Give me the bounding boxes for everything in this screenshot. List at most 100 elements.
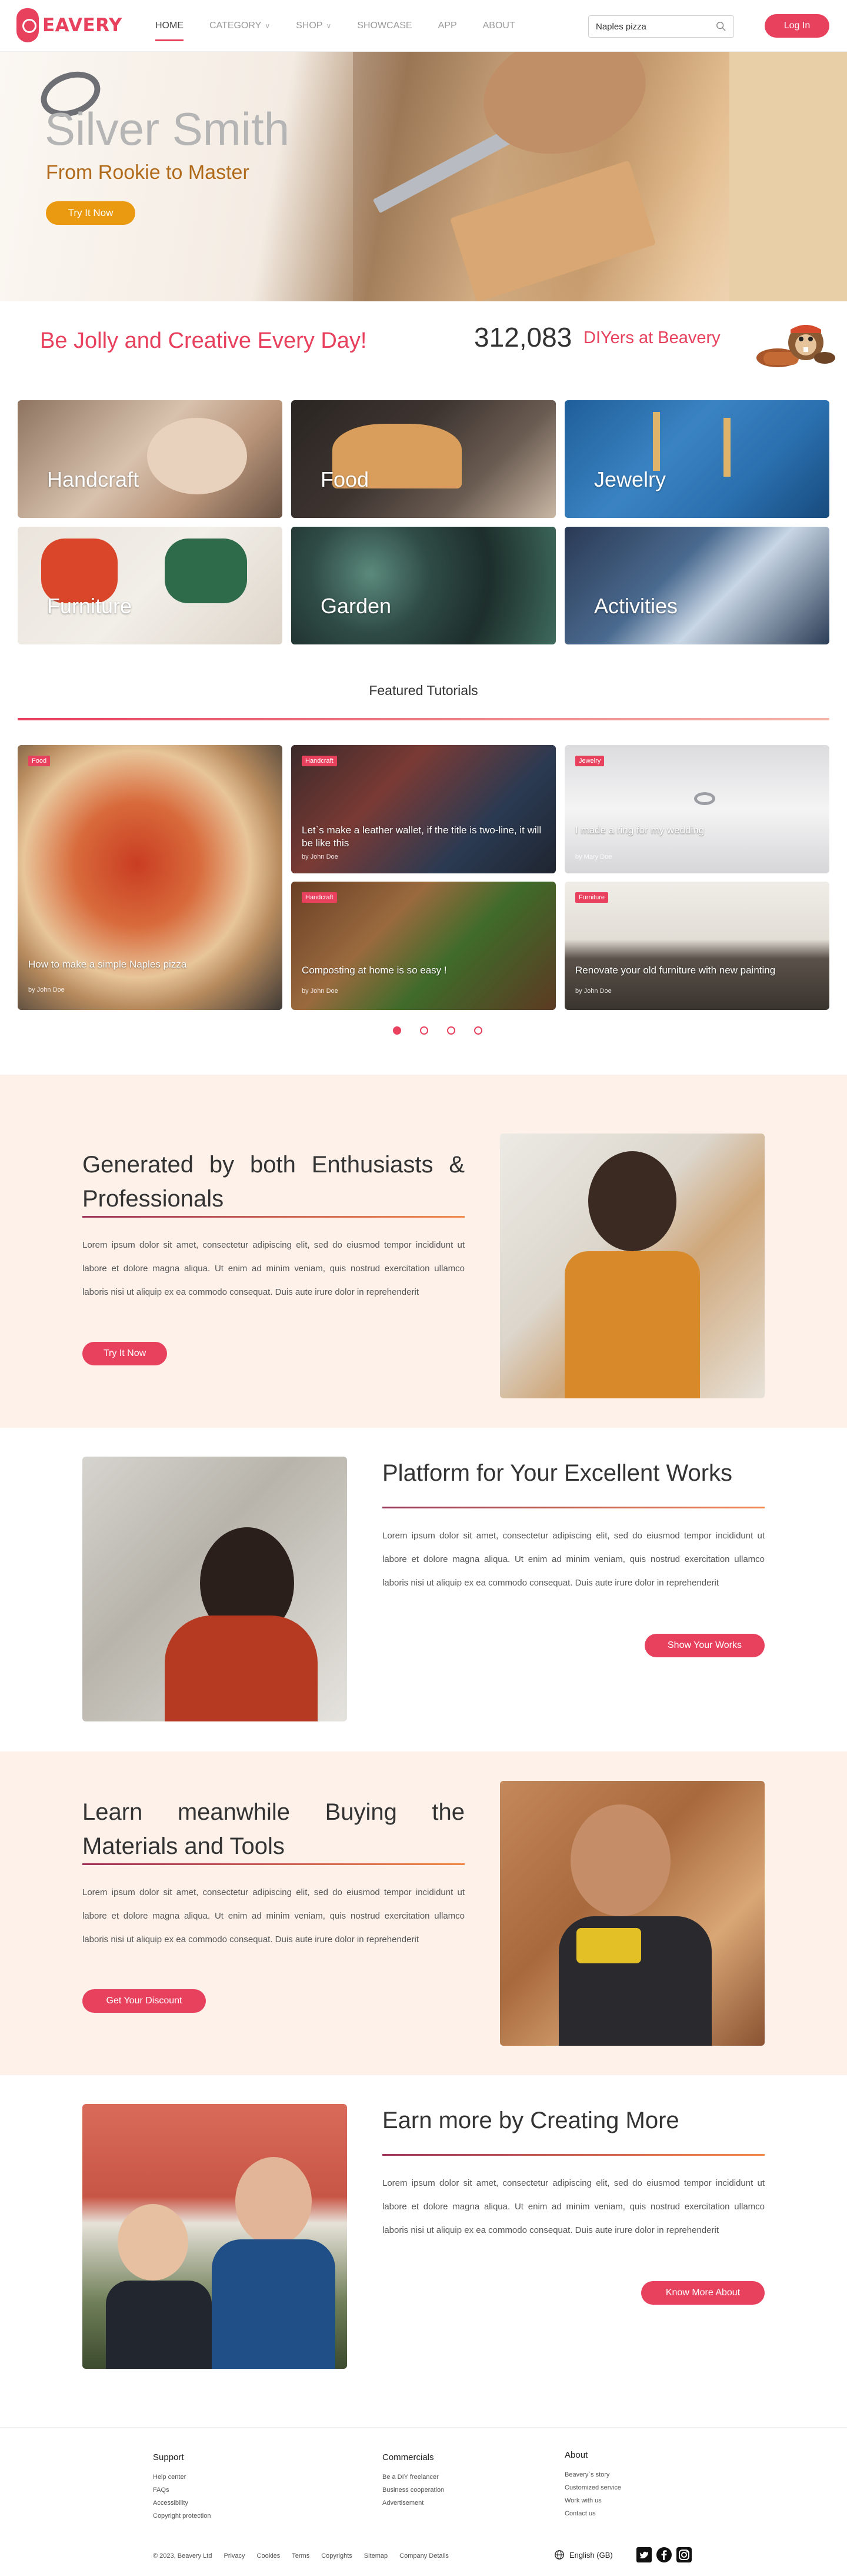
tutorial-author: by John Doe (302, 988, 338, 995)
footer-link[interactable]: Copyright protection (153, 2509, 211, 2522)
footer-link[interactable]: Copyrights (321, 2552, 352, 2560)
tutorial-author: by John Doe (302, 853, 338, 860)
show-your-works-button[interactable]: Show Your Works (645, 1634, 765, 1657)
person-image (118, 2204, 188, 2281)
child-photo (82, 1457, 347, 1721)
nav-showcase[interactable]: SHOWCASE (357, 0, 412, 52)
hero-title: Silver Smith (45, 103, 290, 155)
tutorial-author: by Mary Doe (575, 853, 612, 860)
drill-photo (500, 1781, 765, 2046)
sweater-image (165, 1616, 318, 1721)
footer-link[interactable]: Be a DIY freelancer (382, 2471, 444, 2484)
tutorial-author: by John Doe (28, 986, 65, 993)
footer-link[interactable]: Privacy (224, 2552, 245, 2560)
page-dot[interactable] (393, 1026, 401, 1035)
nav-home[interactable]: HOME (155, 0, 184, 52)
try-it-now-button[interactable]: Try It Now (82, 1342, 167, 1365)
apron-image (565, 1251, 700, 1398)
footer-link[interactable]: Accessibility (153, 2497, 211, 2509)
gardeners-photo (82, 2104, 347, 2369)
footer-link[interactable]: FAQs (153, 2484, 211, 2497)
footer-link[interactable]: Customized service (565, 2481, 621, 2494)
language-label: English (GB) (569, 2550, 613, 2560)
footer-link[interactable]: Help center (153, 2471, 211, 2484)
footer-link[interactable]: Work with us (565, 2494, 621, 2507)
category-label: Food (321, 467, 369, 491)
twitter-icon[interactable] (636, 2547, 652, 2562)
tutorial-card[interactable]: Food How to make a simple Naples pizza b… (18, 745, 282, 1010)
section-divider (382, 1507, 765, 1508)
category-label: Handcraft (47, 467, 139, 491)
footer-link[interactable]: Cookies (257, 2552, 281, 2560)
person-image (588, 1151, 676, 1251)
footer-link[interactable]: Sitemap (364, 2552, 388, 2560)
facebook-icon[interactable] (656, 2547, 672, 2562)
page-dot[interactable] (420, 1026, 428, 1035)
footer-link[interactable]: Contact us (565, 2507, 621, 2520)
section-text: Lorem ipsum dolor sit amet, consectetur … (82, 1240, 465, 1297)
tag-badge: Furniture (575, 892, 609, 903)
footer-link[interactable]: Terms (292, 2552, 309, 2560)
ring-image (694, 792, 715, 805)
section-title: Generated by both Enthusiasts & Professi… (82, 1152, 465, 1212)
category-label: Furniture (47, 594, 132, 618)
page-dot[interactable] (447, 1026, 455, 1035)
footer-commercials: Commercials Be a DIY freelancer Business… (382, 2452, 444, 2509)
person-image (571, 1804, 671, 1916)
apron-image (729, 52, 847, 301)
nav-category[interactable]: CATEGORY ∨ (209, 0, 270, 52)
diyer-count: 312,083 (474, 322, 572, 353)
search-box (588, 15, 734, 38)
nav-app[interactable]: APP (438, 0, 457, 52)
section-text: Lorem ipsum dolor sit amet, consectetur … (382, 2178, 765, 2235)
footer-link[interactable]: Advertisement (382, 2497, 444, 2509)
section-title: Platform for Your Excellent Works (382, 1460, 733, 1486)
know-more-about-button[interactable]: Know More About (641, 2281, 765, 2305)
tutorial-card[interactable]: Jewelry I made a ring for my wedding by … (565, 745, 829, 873)
page: EAVERY HOME CATEGORY ∨ SHOP ∨ SHOWCASE APP… (0, 0, 847, 2576)
footer-heading: Support (153, 2452, 184, 2462)
nav-shop-label: SHOP (296, 21, 323, 31)
green-chair-image (165, 539, 247, 603)
shirt-image (212, 2239, 335, 2369)
footer-heading: Commercials (382, 2452, 434, 2462)
login-button[interactable]: Log In (765, 14, 829, 38)
search-icon[interactable] (716, 21, 726, 32)
section-divider (82, 1863, 465, 1865)
search-input[interactable] (596, 21, 708, 32)
nav-shop[interactable]: SHOP ∨ (296, 0, 331, 52)
tutorial-card[interactable]: Handcraft Let`s make a leather wallet, i… (291, 745, 556, 873)
globe-icon (555, 2550, 564, 2560)
hero-banner: Silver Smith From Rookie to Master Try I… (0, 52, 847, 301)
nav-about[interactable]: ABOUT (483, 0, 515, 52)
section-text: Lorem ipsum dolor sit amet, consectetur … (82, 1887, 465, 1945)
tag-badge: Food (28, 756, 51, 766)
beaver-mascot-icon (756, 325, 835, 367)
category-handcraft[interactable]: Handcraft (18, 400, 282, 518)
logo[interactable]: EAVERY (16, 8, 122, 42)
category-garden[interactable]: Garden (291, 527, 556, 644)
hero-cta-button[interactable]: Try It Now (46, 201, 135, 225)
instagram-icon[interactable] (676, 2547, 692, 2562)
category-activities[interactable]: Activities (565, 527, 829, 644)
footer-link[interactable]: Company Details (399, 2552, 449, 2560)
language-selector[interactable]: English (GB) (554, 2550, 613, 2560)
page-dot[interactable] (474, 1026, 482, 1035)
tutorial-title: Let`s make a leather wallet, if the titl… (302, 825, 542, 849)
get-your-discount-button[interactable]: Get Your Discount (82, 1989, 206, 2013)
featured-divider (18, 718, 829, 720)
featured-title: Featured Tutorials (369, 683, 478, 698)
copyright: © 2023, Beavery Ltd (153, 2552, 212, 2560)
nav-home-label: HOME (155, 21, 184, 31)
footer-bottom-links: © 2023, Beavery Ltd Privacy Cookies Term… (153, 2552, 449, 2560)
pottery-image (147, 418, 247, 494)
footer-link[interactable]: Beavery`s story (565, 2468, 621, 2481)
tutorial-card[interactable]: Furniture Renovate your old furniture wi… (565, 882, 829, 1010)
footer-link[interactable]: Business cooperation (382, 2484, 444, 2497)
category-furniture[interactable]: Furniture (18, 527, 282, 644)
category-jewelry[interactable]: Jewelry (565, 400, 829, 518)
tutorial-author: by John Doe (575, 988, 612, 995)
tutorial-card[interactable]: Handcraft Composting at home is so easy … (291, 882, 556, 1010)
category-food[interactable]: Food (291, 400, 556, 518)
tag-badge: Handcraft (302, 892, 337, 903)
